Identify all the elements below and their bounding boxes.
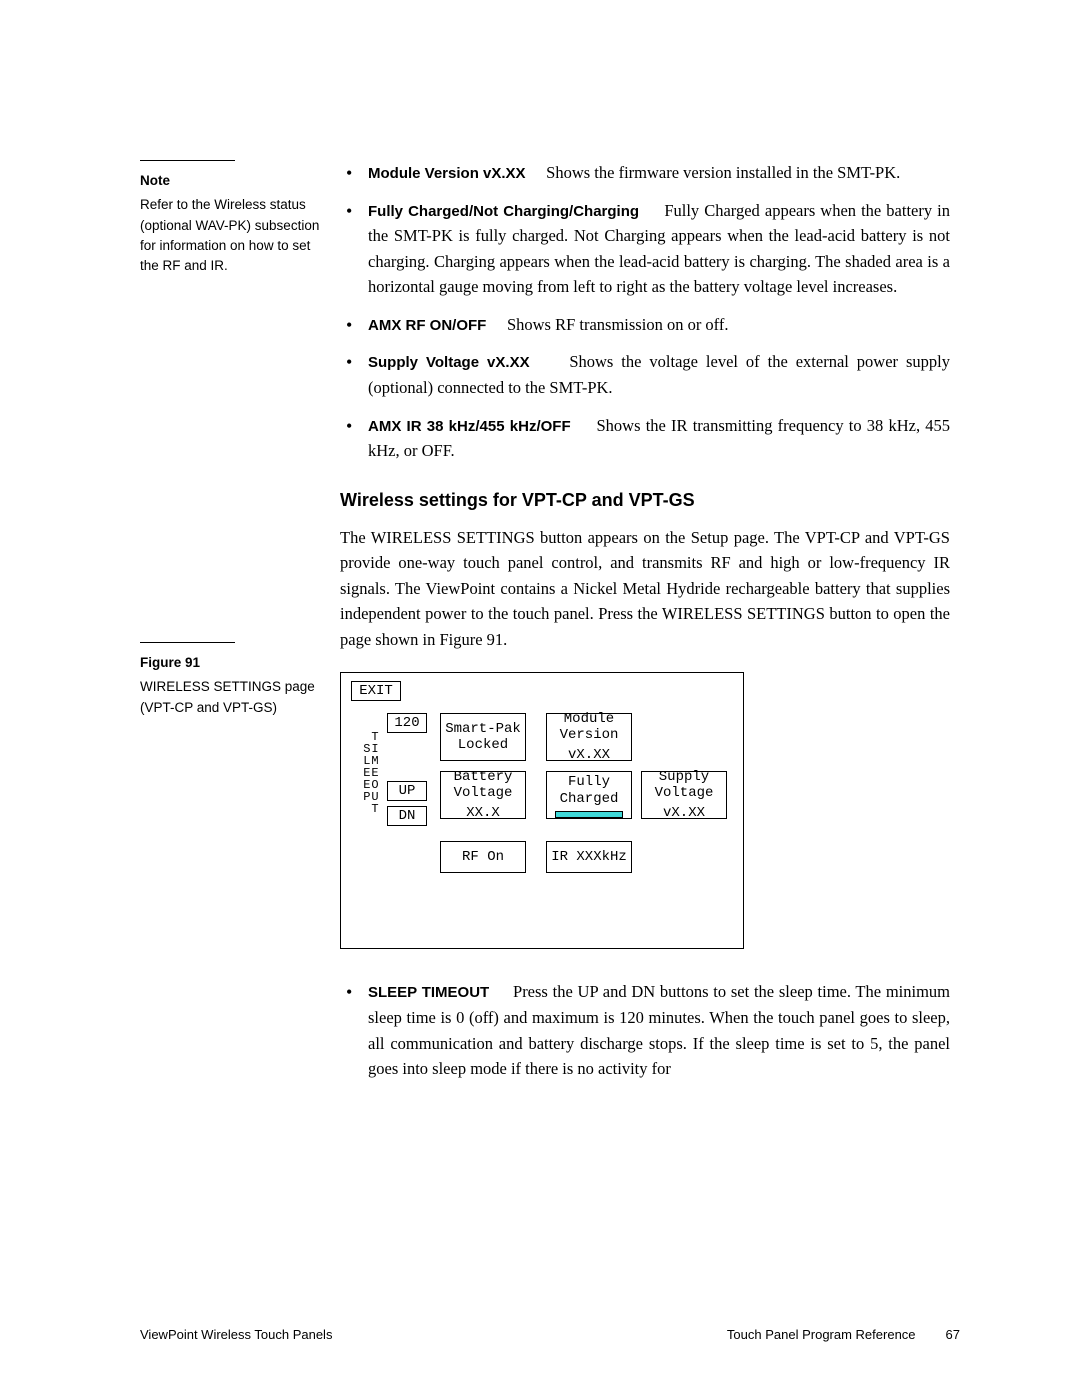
bullet-item: SLEEP TIMEOUT Press the UP and DN button… xyxy=(368,979,950,1081)
footer-left: ViewPoint Wireless Touch Panels xyxy=(140,1327,332,1342)
module-version-box: Module Version vX.XX xyxy=(546,713,632,761)
figure-wireless-settings: EXIT T SI LM EE EO PU T 120 UP DN Smart-… xyxy=(340,672,744,949)
charge-gauge xyxy=(555,811,623,819)
up-button[interactable]: UP xyxy=(387,781,427,801)
dn-button[interactable]: DN xyxy=(387,806,427,826)
fully-charged-box: Fully Charged xyxy=(546,771,632,819)
rf-on-box[interactable]: RF On xyxy=(440,841,526,873)
bullet-item: Module Version vX.XX Shows the firmware … xyxy=(368,160,950,186)
sleep-timeout-vlabel: T SI LM EE EO PU T xyxy=(355,731,379,815)
bullet-term: Module Version vX.XX xyxy=(368,165,526,182)
footer-right: Touch Panel Program Reference xyxy=(727,1327,916,1342)
sidebar-note: Note Refer to the Wireless status (optio… xyxy=(140,160,320,276)
bullet-list-top: Module Version vX.XX Shows the firmware … xyxy=(340,160,950,464)
bullet-term: SLEEP TIMEOUT xyxy=(368,984,489,1001)
bullet-list-bottom: SLEEP TIMEOUT Press the UP and DN button… xyxy=(340,979,950,1081)
note-heading: Note xyxy=(140,171,320,191)
bullet-term: Fully Charged/Not Charging/Charging xyxy=(368,203,639,220)
sidebar-figure-caption: Figure 91 WIRELESS SETTINGS page (VPT-CP… xyxy=(140,642,320,718)
timeout-value: 120 xyxy=(387,713,427,733)
smartpak-box: Smart-Pak Locked xyxy=(440,713,526,761)
bullet-term: AMX IR 38 kHz/455 kHz/OFF xyxy=(368,418,571,435)
figure-caption-heading: Figure 91 xyxy=(140,653,320,673)
page-footer: ViewPoint Wireless Touch Panels Touch Pa… xyxy=(140,1327,960,1342)
section-heading: Wireless settings for VPT-CP and VPT-GS xyxy=(340,490,950,511)
note-text: Refer to the Wireless status (optional W… xyxy=(140,195,320,276)
bullet-desc: Shows the firmware version installed in … xyxy=(546,163,900,182)
bullet-term: Supply Voltage vX.XX xyxy=(368,354,530,371)
supply-voltage-box: Supply Voltage vX.XX xyxy=(641,771,727,819)
bullet-item: AMX IR 38 kHz/455 kHz/OFF Shows the IR t… xyxy=(368,413,950,464)
footer-page-number: 67 xyxy=(946,1327,960,1342)
bullet-term: AMX RF ON/OFF xyxy=(368,317,486,334)
bullet-desc: Shows RF transmission on or off. xyxy=(507,315,729,334)
battery-voltage-box: Battery Voltage XX.X xyxy=(440,771,526,819)
bullet-item: Fully Charged/Not Charging/Charging Full… xyxy=(368,198,950,300)
exit-button[interactable]: EXIT xyxy=(351,681,401,701)
bullet-item: Supply Voltage vX.XX Shows the voltage l… xyxy=(368,349,950,400)
figure-caption-text: WIRELESS SETTINGS page (VPT-CP and VPT-G… xyxy=(140,677,320,718)
bullet-item: AMX RF ON/OFF Shows RF transmission on o… xyxy=(368,312,950,338)
section-paragraph: The WIRELESS SETTINGS button appears on … xyxy=(340,525,950,653)
ir-khz-box[interactable]: IR XXXkHz xyxy=(546,841,632,873)
